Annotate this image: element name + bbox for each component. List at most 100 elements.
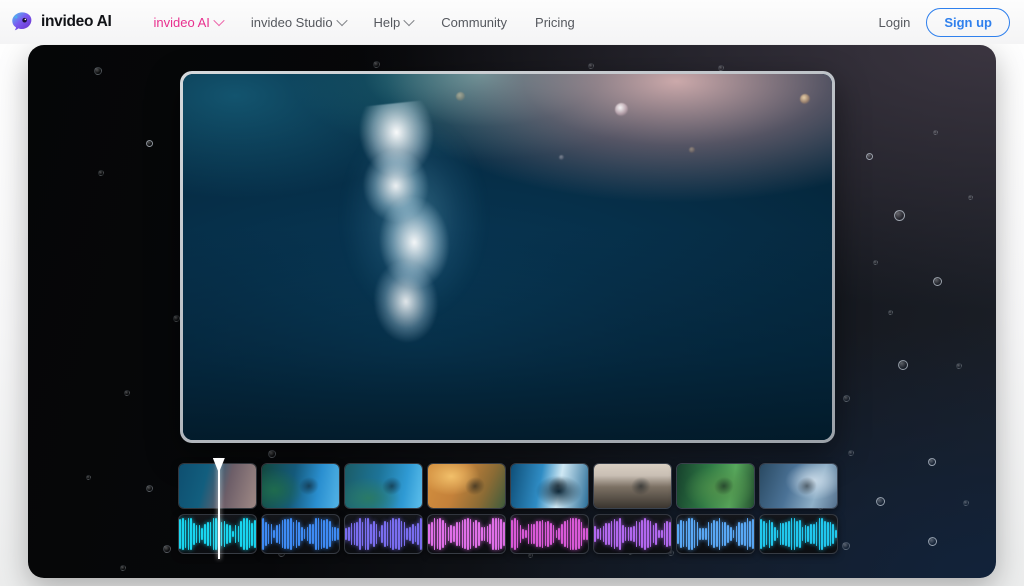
waveform-bar — [190, 518, 192, 550]
waveform-bar — [378, 531, 381, 537]
waveform-bar — [768, 519, 771, 549]
waveform-bar — [212, 518, 215, 550]
light-orb — [614, 103, 628, 117]
waveform-bar — [807, 526, 810, 542]
waveform-bar — [223, 520, 226, 548]
waveform-bar — [732, 529, 735, 539]
bubble-icon — [163, 545, 171, 553]
waveform-bar — [367, 518, 369, 550]
waveform-bar — [577, 518, 580, 550]
waveform-bar — [829, 522, 832, 546]
nav-item-invideo-ai[interactable]: invideo AI — [140, 9, 237, 36]
waveform-bar — [613, 518, 616, 550]
bubble-icon — [124, 390, 130, 396]
timeline[interactable] — [178, 458, 838, 559]
waveform-bar — [821, 518, 823, 550]
waveform-bar — [699, 527, 701, 541]
nav-label: Community — [441, 14, 508, 30]
signup-button[interactable]: Sign up — [926, 7, 1010, 37]
audio-waveform[interactable] — [427, 514, 506, 554]
brand-name: invideo AI — [41, 13, 112, 30]
waveform-bar — [776, 529, 779, 539]
waveform-bar — [245, 518, 248, 550]
nav-item-community[interactable]: Community — [427, 9, 521, 36]
waveform-bar — [738, 522, 740, 546]
brand-logo[interactable]: invideo AI — [10, 10, 112, 34]
waveform-bar — [624, 527, 627, 541]
waveform-bar — [414, 525, 417, 543]
nav-item-help[interactable]: Help — [360, 9, 428, 36]
waveform-bar — [359, 518, 361, 550]
audio-waveform[interactable] — [593, 514, 672, 554]
waveform-bar — [439, 518, 441, 550]
waveform-bar — [566, 519, 569, 549]
hero-panel — [28, 45, 996, 578]
waveform-bar — [417, 523, 420, 545]
bubble-icon — [373, 61, 380, 68]
waveform-bar — [522, 528, 524, 540]
waveform-bar — [461, 519, 464, 549]
waveform-bar — [660, 529, 663, 539]
bubble-icon — [98, 170, 104, 176]
timeline-clip[interactable] — [427, 463, 506, 509]
waveform-bar — [500, 518, 503, 550]
waveform-bar — [503, 522, 505, 546]
waveform-bar — [527, 524, 530, 544]
waveform-bar — [716, 521, 718, 547]
timeline-clip[interactable] — [593, 463, 672, 509]
waveform-bar — [467, 518, 469, 550]
waveform-bar — [469, 519, 472, 549]
waveform-bar — [301, 526, 303, 542]
timeline-clip[interactable] — [261, 463, 340, 509]
waveform-bar — [638, 522, 641, 546]
nav-label: invideo Studio — [250, 14, 333, 30]
timeline-clip[interactable] — [510, 463, 589, 509]
waveform-bar — [334, 527, 337, 541]
waveform-bar — [237, 525, 240, 543]
waveform-bar — [782, 523, 784, 545]
bubble-icon — [848, 450, 854, 456]
timeline-playhead[interactable] — [212, 458, 225, 559]
waveform-bar — [267, 524, 270, 544]
bubble-icon — [866, 153, 873, 160]
waveform-bar — [226, 524, 229, 544]
waveform-bar — [489, 524, 491, 544]
waveform-bar — [688, 518, 690, 550]
waveform-bar — [652, 524, 655, 544]
waveform-bar — [824, 521, 826, 547]
nav-label: Help — [373, 14, 401, 30]
waveform-bar — [718, 518, 721, 550]
waveform-bar — [558, 528, 561, 540]
audio-waveform[interactable] — [344, 514, 423, 554]
waveform-bar — [395, 518, 397, 550]
audio-waveform[interactable] — [676, 514, 755, 554]
timeline-clip[interactable] — [759, 463, 838, 509]
nav-item-pricing[interactable]: Pricing — [521, 9, 589, 36]
waveform-bar — [533, 523, 535, 545]
navbar: invideo AI invideo AI invideo Studio Hel… — [0, 0, 1024, 44]
waveform-bar — [682, 520, 685, 548]
waveform-bar — [204, 524, 206, 544]
timeline-clip[interactable] — [676, 463, 755, 509]
waveform-bar — [289, 518, 292, 550]
waveform-bar — [398, 518, 400, 550]
video-preview-frame[interactable] — [180, 71, 835, 443]
bubble-icon — [876, 497, 885, 506]
waveform-bar — [787, 520, 790, 548]
nav-item-invideo-studio[interactable]: invideo Studio — [237, 9, 360, 36]
audio-waveform[interactable] — [759, 514, 838, 554]
waveform-bar — [790, 518, 793, 550]
timeline-clip[interactable] — [344, 463, 423, 509]
waveform-bar — [306, 527, 309, 541]
waveform-bar — [633, 525, 635, 543]
bubble-icon — [933, 130, 938, 135]
audio-waveform[interactable] — [510, 514, 589, 554]
waveform-bar — [295, 520, 298, 548]
audio-waveform[interactable] — [261, 514, 340, 554]
waveform-bar — [278, 524, 281, 544]
login-link[interactable]: Login — [879, 15, 911, 30]
waveform-bar — [248, 520, 251, 548]
waveform-bar — [287, 519, 289, 549]
waveform-bar — [765, 522, 768, 546]
waveform-bar — [793, 518, 796, 550]
